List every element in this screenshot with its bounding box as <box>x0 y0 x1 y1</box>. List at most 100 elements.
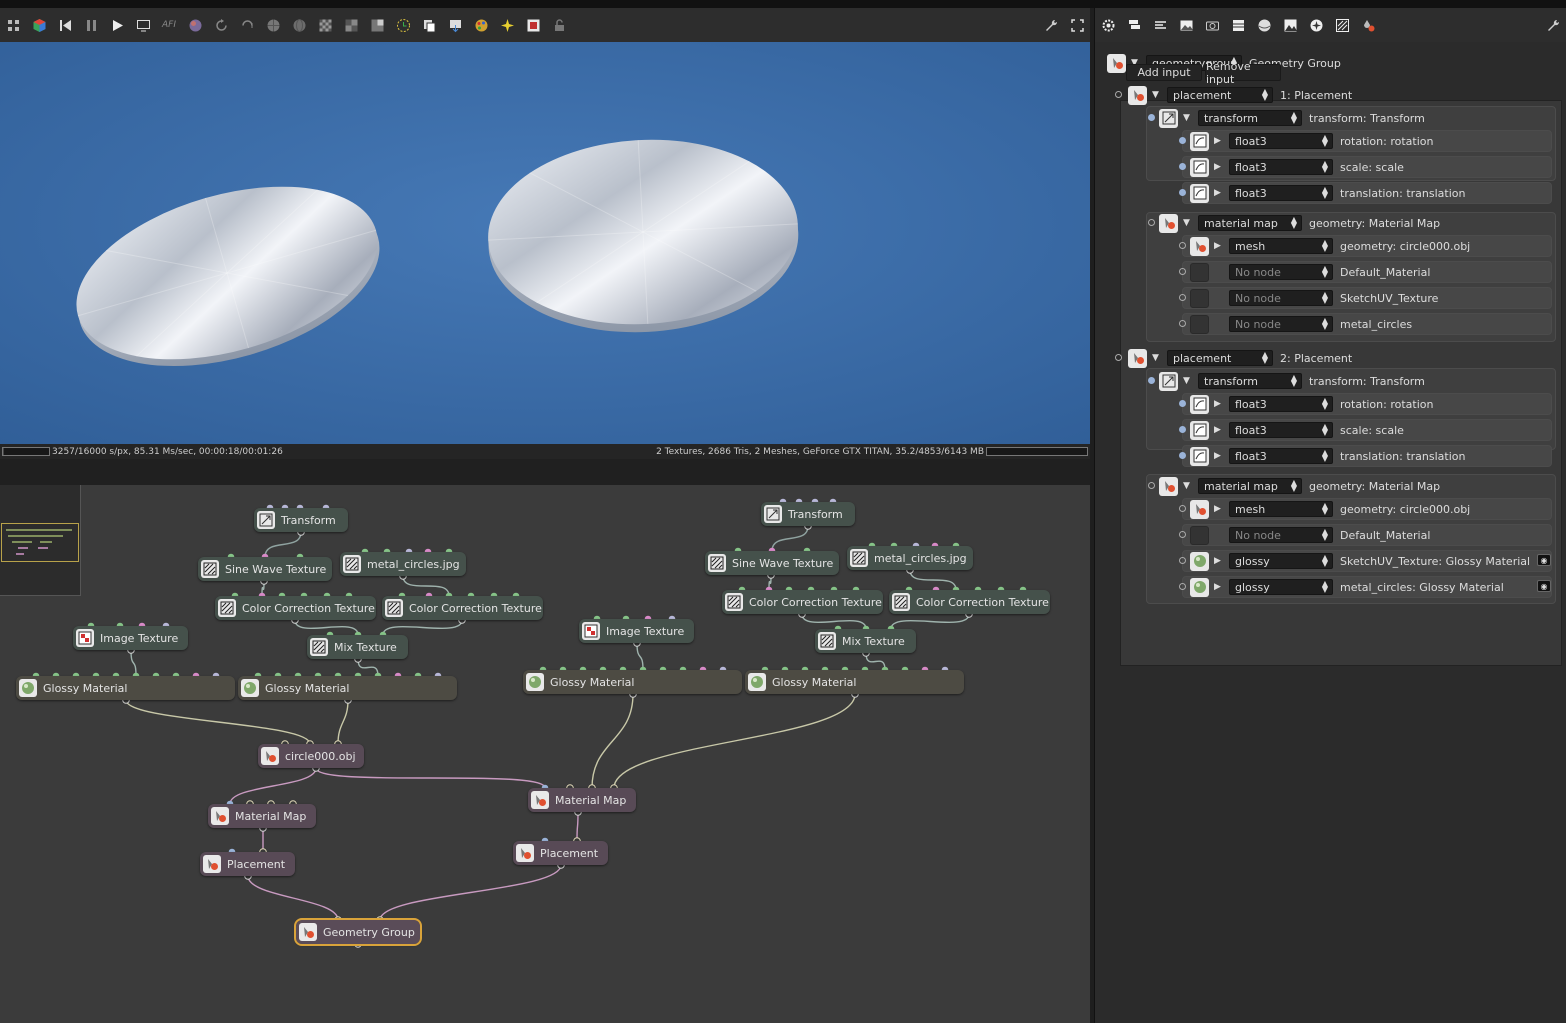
connection-pin[interactable] <box>1148 219 1155 226</box>
connection-pin[interactable] <box>1115 91 1122 98</box>
connection-pin[interactable] <box>1179 242 1186 249</box>
expand-triangle-icon[interactable]: ▶ <box>1214 504 1224 514</box>
node-type-select[interactable]: placement ▲ ▼ <box>1167 87 1273 103</box>
inspector-row-mesh[interactable]: ▶ mesh ▲ ▼ geometry: circle000.obj <box>1190 235 1470 257</box>
play-icon[interactable] <box>104 12 130 38</box>
box-icon[interactable] <box>1225 12 1251 38</box>
checker-icon[interactable] <box>312 12 338 38</box>
inspector-row-xf[interactable]: ▼ transform ▲ ▼ transform: Transform <box>1159 370 1425 392</box>
node-type-select[interactable]: float3 ▲ ▼ <box>1229 133 1333 149</box>
inspector-row-mmap[interactable]: ▼ material map ▲ ▼ geometry: Material Map <box>1159 475 1440 497</box>
inspector-row-f3[interactable]: ▶ float3 ▲ ▼ translation: translation <box>1190 445 1466 467</box>
expand-triangle-icon[interactable]: ▶ <box>1214 556 1224 566</box>
screen-icon[interactable] <box>130 12 156 38</box>
globe-icon[interactable] <box>260 12 286 38</box>
pause-icon[interactable] <box>78 12 104 38</box>
inspector-row-none[interactable]: No node ▲ ▼ Default_Material <box>1190 524 1430 546</box>
graph-node-pl2[interactable]: Placement <box>513 841 608 865</box>
node-type-select[interactable]: glossy ▲ ▼ <box>1229 553 1333 569</box>
add-input-button[interactable]: Add input <box>1126 64 1202 81</box>
inspector-row-place[interactable]: ▼ placement ▲ ▼ 1: Placement <box>1128 84 1352 106</box>
connection-pin[interactable] <box>1179 557 1186 564</box>
expand-triangle-icon[interactable]: ▶ <box>1214 136 1224 146</box>
node-type-select[interactable]: float3 ▲ ▼ <box>1229 422 1333 438</box>
graph-node-gm3[interactable]: Glossy Material <box>523 670 742 694</box>
connection-pin[interactable] <box>1179 583 1186 590</box>
palette-icon[interactable] <box>468 12 494 38</box>
stack-icon[interactable] <box>1121 12 1147 38</box>
inspector-row-none[interactable]: No node ▲ ▼ Default_Material <box>1190 261 1430 283</box>
node-type-select[interactable]: No node ▲ ▼ <box>1229 264 1333 280</box>
texture-icon[interactable] <box>1329 12 1355 38</box>
render-viewport[interactable] <box>0 42 1090 444</box>
inspector-row-none[interactable]: No node ▲ ▼ SketchUV_Texture <box>1190 287 1438 309</box>
focus-icon[interactable] <box>520 12 546 38</box>
connection-pin[interactable] <box>1179 163 1186 170</box>
graph-node-gm1[interactable]: Glossy Material <box>16 676 235 700</box>
connection-pin[interactable] <box>1179 294 1186 301</box>
node-type-select[interactable]: float3 ▲ ▼ <box>1229 185 1333 201</box>
inspector-row-f3[interactable]: ▶ float3 ▲ ▼ scale: scale <box>1190 156 1404 178</box>
connection-pin[interactable] <box>1179 268 1186 275</box>
graph-node-cc4[interactable]: Color Correction Texture <box>889 590 1050 614</box>
expand-triangle-icon[interactable]: ▶ <box>1214 582 1224 592</box>
connection-pin[interactable] <box>1179 505 1186 512</box>
inspector-row-mesh[interactable]: ▶ mesh ▲ ▼ geometry: circle000.obj <box>1190 498 1470 520</box>
clock-icon[interactable] <box>390 12 416 38</box>
expand-triangle-icon[interactable]: ▶ <box>1214 188 1224 198</box>
node-type-select[interactable]: placement ▲ ▼ <box>1167 350 1273 366</box>
node-type-select[interactable]: No node ▲ ▼ <box>1229 316 1333 332</box>
expand-triangle-icon[interactable]: ▶ <box>1214 399 1224 409</box>
checker2-icon[interactable] <box>338 12 364 38</box>
image-icon[interactable] <box>1173 12 1199 38</box>
inspector-row-f3[interactable]: ▶ float3 ▲ ▼ rotation: rotation <box>1190 130 1433 152</box>
rotate-icon[interactable] <box>208 12 234 38</box>
visibility-toggle-icon[interactable]: ◉ <box>1537 580 1551 592</box>
color-sphere-icon[interactable] <box>182 12 208 38</box>
connection-pin[interactable] <box>1148 482 1155 489</box>
connection-pin[interactable] <box>1148 114 1155 121</box>
graph-node-mm2[interactable]: Material Map <box>528 788 636 812</box>
expand-triangle-icon[interactable]: ▼ <box>1152 353 1162 363</box>
inspector-row-mmap[interactable]: ▼ material map ▲ ▼ geometry: Material Map <box>1159 212 1440 234</box>
drop-icon[interactable] <box>1355 12 1381 38</box>
node-type-select[interactable]: float3 ▲ ▼ <box>1229 396 1333 412</box>
node-type-select[interactable]: No node ▲ ▼ <box>1229 290 1333 306</box>
inspector-row-xf[interactable]: ▼ transform ▲ ▼ transform: Transform <box>1159 107 1425 129</box>
remove-input-button[interactable]: Remove input <box>1205 60 1281 86</box>
connection-pin[interactable] <box>1148 377 1155 384</box>
sparkle-icon[interactable] <box>494 12 520 38</box>
graph-node-it1[interactable]: Image Texture <box>73 626 188 650</box>
inspector-row-glossy[interactable]: ▶ glossy ▲ ▼ metal_circles: Glossy Material <box>1190 576 1504 598</box>
globe2-icon[interactable] <box>286 12 312 38</box>
node-graph-editor[interactable]: Transform Sine Wave Texture metal_circles.… <box>0 485 1090 1023</box>
graph-node-sw1[interactable]: Sine Wave Texture <box>198 557 332 581</box>
pane-divider[interactable] <box>0 459 1090 485</box>
node-type-select[interactable]: No node ▲ ▼ <box>1229 527 1333 543</box>
refresh-icon[interactable] <box>234 12 260 38</box>
graph-node-cc1[interactable]: Color Correction Texture <box>215 596 376 620</box>
node-type-select[interactable]: material map ▲ ▼ <box>1198 478 1302 494</box>
graph-node-t2[interactable]: Transform <box>761 502 855 526</box>
connection-pin[interactable] <box>1179 531 1186 538</box>
expand-triangle-icon[interactable]: ▼ <box>1183 481 1193 491</box>
afi-icon[interactable]: AFI <box>156 12 182 38</box>
connection-pin[interactable] <box>1179 189 1186 196</box>
graph-node-cc3[interactable]: Color Correction Texture <box>722 590 883 614</box>
grid-snap-icon[interactable] <box>0 12 26 38</box>
inspector-row-f3[interactable]: ▶ float3 ▲ ▼ rotation: rotation <box>1190 393 1433 415</box>
graph-node-it2[interactable]: Image Texture <box>579 619 694 643</box>
node-type-select[interactable]: material map ▲ ▼ <box>1198 215 1302 231</box>
graph-node-gg[interactable]: Geometry Group <box>294 918 422 946</box>
checker3-icon[interactable] <box>364 12 390 38</box>
render-cube-icon[interactable] <box>26 12 52 38</box>
camera-icon[interactable] <box>1199 12 1225 38</box>
expand-triangle-icon[interactable]: ▶ <box>1214 451 1224 461</box>
graph-node-pl1[interactable]: Placement <box>200 852 295 876</box>
connection-pin[interactable] <box>1179 137 1186 144</box>
node-type-select[interactable]: mesh ▲ ▼ <box>1229 238 1333 254</box>
copy-icon[interactable] <box>416 12 442 38</box>
node-type-select[interactable]: transform ▲ ▼ <box>1198 373 1302 389</box>
expand-triangle-icon[interactable]: ▶ <box>1214 162 1224 172</box>
graph-node-sw2[interactable]: Sine Wave Texture <box>705 551 839 575</box>
